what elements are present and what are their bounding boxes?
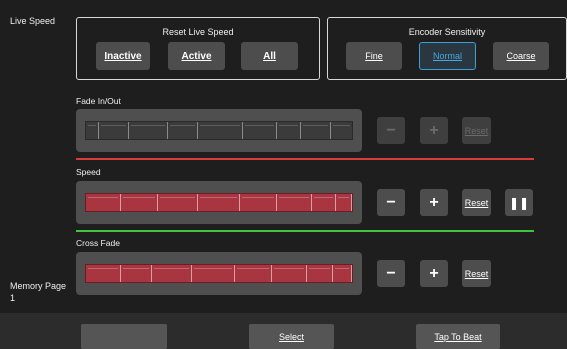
fade-in-out-track	[85, 121, 353, 140]
fade-minus-button[interactable]: −	[377, 117, 405, 144]
speed-fader[interactable]	[76, 181, 362, 224]
cross-fade-reset-button[interactable]: Reset	[462, 260, 491, 287]
cross-fade-track	[85, 264, 353, 283]
fade-in-out-fader[interactable]	[76, 109, 362, 152]
memory-page-number: 1	[10, 293, 16, 303]
softkey-select-button[interactable]: Select	[249, 324, 334, 349]
reset-active-button[interactable]: Active	[168, 42, 225, 70]
encoder-sensitivity-title: Encoder Sensitivity	[408, 27, 486, 37]
cross-fade-label: Cross Fade	[76, 238, 120, 248]
sensitivity-fine-button[interactable]: Fine	[346, 42, 402, 70]
fade-reset-button[interactable]: Reset	[462, 117, 491, 144]
reset-all-button[interactable]: All	[241, 42, 298, 70]
speed-minus-button[interactable]: −	[377, 189, 405, 216]
speed-reset-button[interactable]: Reset	[462, 189, 491, 216]
speed-track	[85, 193, 353, 212]
reset-inactive-button[interactable]: Inactive	[96, 42, 150, 70]
speed-label: Speed	[76, 167, 101, 177]
reset-live-speed-title: Reset Live Speed	[162, 27, 234, 37]
softkey-blank[interactable]	[81, 324, 167, 349]
live-speed-label: Live Speed	[10, 16, 56, 26]
memory-page-label: Memory Page	[10, 281, 67, 291]
cross-fade-plus-button[interactable]: +	[420, 260, 448, 287]
speed-divider	[76, 230, 534, 232]
speed-plus-button[interactable]: +	[420, 189, 448, 216]
pause-icon[interactable]: ❚❚	[505, 189, 533, 216]
sensitivity-normal-button[interactable]: Normal	[419, 42, 476, 70]
fade-plus-button[interactable]: +	[420, 117, 448, 144]
softkey-tap-to-beat-button[interactable]: Tap To Beat	[416, 324, 500, 349]
cross-fade-minus-button[interactable]: −	[377, 260, 405, 287]
fade-in-out-label: Fade In/Out	[76, 96, 121, 106]
fade-divider	[76, 158, 534, 160]
cross-fade-fader[interactable]	[76, 252, 362, 295]
sensitivity-coarse-button[interactable]: Coarse	[493, 42, 549, 70]
